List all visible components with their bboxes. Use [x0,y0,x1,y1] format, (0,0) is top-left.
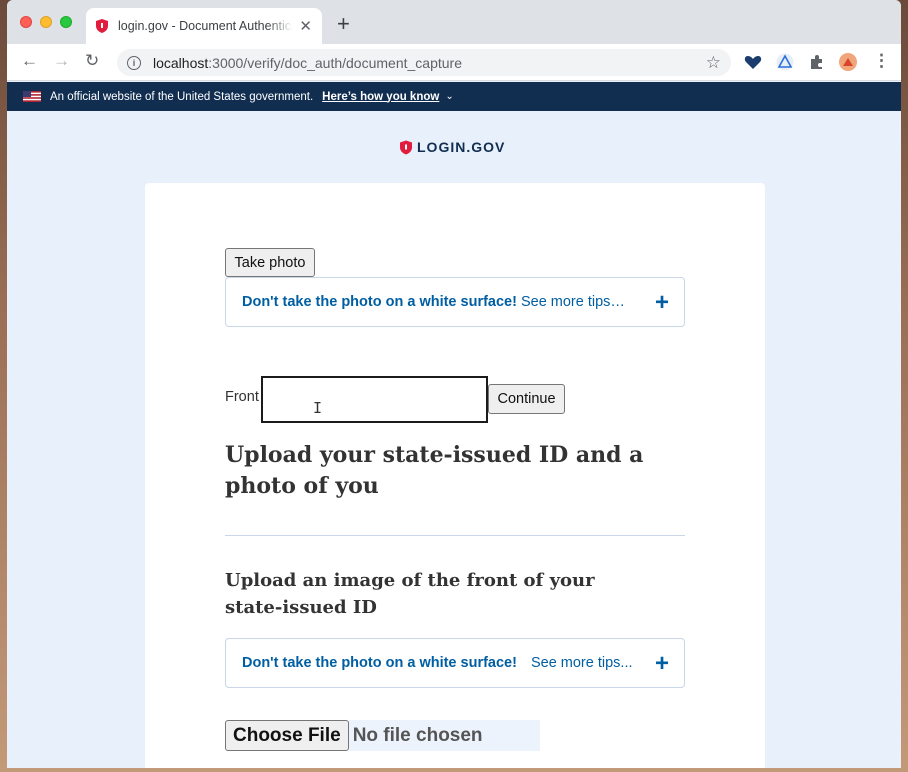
forward-button[interactable]: → [53,52,70,69]
browser-tab[interactable]: login.gov - Document Authentication ✕ [86,8,322,44]
file-input[interactable]: Choose File No file chosen [225,720,540,751]
bookmark-star-icon[interactable]: ☆ [706,53,721,73]
choose-file-button[interactable]: Choose File [225,720,349,751]
see-more-tips-link[interactable]: See more tips... [531,655,633,671]
logo-text: LOGIN.GOV [417,139,506,155]
file-status: No file chosen [348,720,540,751]
address-bar[interactable]: i localhost:3000/verify/doc_auth/documen… [117,49,731,76]
login-gov-logo: LOGIN.GOV [400,139,505,155]
back-button[interactable]: ← [21,52,38,69]
browser-toolbar: ← → ↻ i localhost:3000/verify/doc_auth/d… [7,44,901,81]
url-path: :3000/verify/doc_auth/document_capture [208,54,462,71]
take-photo-button[interactable]: Take photo [225,248,315,277]
text-cursor-icon: I [313,399,323,417]
gov-banner: An official website of the United States… [7,82,901,111]
heart-extension-icon[interactable] [744,53,762,71]
front-label: Front [225,389,259,405]
plus-icon[interactable]: + [655,291,669,315]
tips-warning: Don't take the photo on a white surface! [242,655,517,671]
tab-title: login.gov - Document Authentication [118,19,293,33]
browser-window: login.gov - Document Authentication ✕ + … [7,0,901,768]
url-host: localhost [153,54,209,71]
minimize-window-button[interactable] [40,16,52,28]
heres-how-you-know-link[interactable]: Here’s how you know [322,91,439,103]
page-title: Upload your state-issued ID and a photo … [225,442,644,499]
section-divider [225,535,685,536]
extensions-puzzle-icon[interactable] [808,53,826,71]
tips-warning: Don't take the photo on a white surface! [242,294,517,310]
photo-tips-accordion-bottom[interactable]: Don't take the photo on a white surface!… [225,638,685,688]
banner-text: An official website of the United States… [50,90,314,103]
new-tab-button[interactable]: + [337,13,350,35]
front-image-input[interactable] [261,376,488,423]
info-icon[interactable]: i [127,55,141,70]
reload-button[interactable]: ↻ [85,52,99,69]
shield-icon [96,19,108,33]
profile-avatar[interactable] [839,53,857,71]
see-more-tips-link[interactable]: See more tips… [521,294,625,310]
photo-tips-accordion-top[interactable]: Don't take the photo on a white surface!… [225,277,685,327]
main-card: Take photo Don't take the photo on a whi… [145,183,765,768]
close-window-button[interactable] [20,16,32,28]
plus-icon[interactable]: + [655,652,669,676]
shield-icon [400,140,412,154]
maximize-window-button[interactable] [60,16,72,28]
triangle-extension-icon[interactable] [776,53,794,71]
us-flag-icon [23,91,41,102]
front-id-heading: Upload an image of the front of your sta… [225,570,595,618]
chevron-down-icon[interactable]: ⌄ [445,91,453,102]
tab-strip: login.gov - Document Authentication ✕ + [7,0,901,44]
tab-close-icon[interactable]: ✕ [299,17,312,35]
continue-button[interactable]: Continue [488,384,565,414]
browser-menu-icon[interactable]: ⋮ [873,52,890,69]
